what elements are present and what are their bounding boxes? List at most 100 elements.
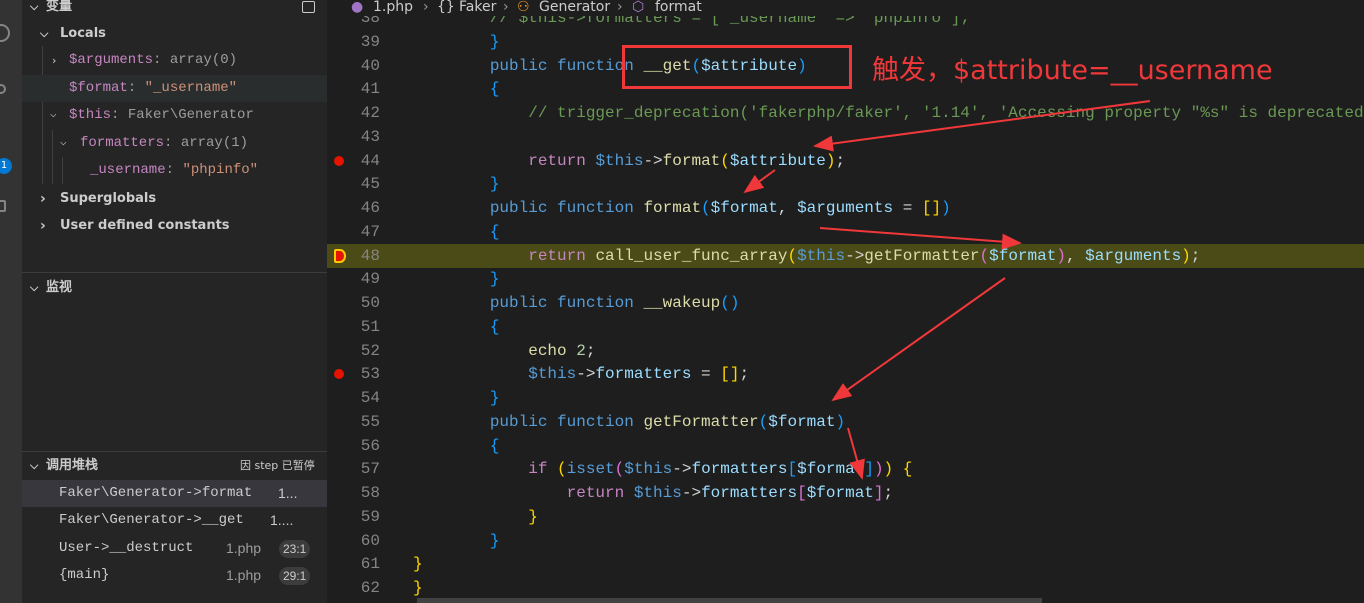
current-breakpoint-icon[interactable]	[334, 248, 346, 263]
callstack-frame[interactable]: {main} 1.php 29:1	[22, 562, 327, 589]
line-number[interactable]: 51	[327, 315, 380, 339]
breadcrumb-file[interactable]: 1.php	[373, 0, 413, 14]
line-number[interactable]: 45	[327, 172, 380, 196]
breadcrumb-namespace[interactable]: Faker	[459, 0, 496, 14]
code-editor[interactable]: ● 1.php › {} Faker › ⚇ Generator › ⬡ for…	[327, 0, 1364, 603]
code-line[interactable]: 55 public function getFormatter($format)	[327, 410, 1364, 434]
line-number[interactable]: 41	[327, 77, 380, 101]
chevron-down-icon: ⌵	[60, 137, 67, 149]
horizontal-scrollbar[interactable]	[417, 598, 1042, 603]
variable-username[interactable]: _username: "phpinfo"	[22, 157, 327, 184]
locals-scope[interactable]: ⌵ Locals	[22, 23, 327, 45]
breakpoint-icon[interactable]	[334, 155, 344, 166]
code-line[interactable]: 54 }	[327, 386, 1364, 410]
line-number[interactable]: 43	[327, 125, 380, 149]
variable-arguments[interactable]: › $arguments: array(0)	[22, 47, 327, 74]
code-text: }	[489, 175, 500, 194]
line-number[interactable]: 59	[327, 505, 380, 529]
code-text: public function format($format, $argumen…	[489, 199, 951, 218]
code-text: }	[489, 389, 500, 408]
line-number[interactable]: 50	[327, 291, 380, 315]
code-text: return $this->formatters[$format];	[566, 484, 894, 503]
code-line[interactable]: 45 }	[327, 172, 1364, 196]
namespace-icon: {}	[437, 0, 455, 15]
line-number[interactable]: 57	[327, 457, 380, 481]
code-line[interactable]: 47 {	[327, 220, 1364, 244]
code-line[interactable]: 61}	[327, 552, 1364, 576]
variables-section-header[interactable]: ⌵ 变量	[22, 0, 327, 18]
callstack-frame[interactable]: Faker\Generator->__get 1....	[22, 507, 327, 534]
code-line[interactable]: 56 {	[327, 434, 1364, 458]
annotation-text: 触发，$attribute=__username	[872, 55, 1273, 86]
watch-section-header[interactable]: ⌵ 监视	[22, 277, 327, 299]
watch-title: 监视	[46, 280, 73, 295]
line-number[interactable]: 42	[327, 101, 380, 125]
line-number[interactable]: 46	[327, 196, 380, 220]
debug-badge: 1	[0, 158, 12, 174]
callstack-section-header[interactable]: ⌵ 调用堆栈 因 step 已暂停	[22, 455, 327, 477]
chevron-down-icon: ⌵	[30, 459, 39, 472]
code-text: }	[489, 531, 500, 550]
code-text: public function __wakeup()	[489, 294, 740, 313]
callstack-frame[interactable]: User->__destruct 1.php 23:1	[22, 535, 327, 562]
extensions-icon[interactable]	[0, 84, 6, 94]
code-line[interactable]: 48 return call_user_func_array($this->ge…	[327, 243, 1364, 268]
breadcrumb-class[interactable]: Generator	[539, 0, 610, 14]
breadcrumb: ● 1.php › {} Faker › ⚇ Generator › ⬡ for…	[327, 0, 1364, 16]
line-number[interactable]: 55	[327, 410, 380, 434]
line-number[interactable]: 61	[327, 552, 380, 576]
remote-icon[interactable]	[0, 200, 6, 212]
debug-sidebar: ⌵ 变量 ⌵ Locals › $arguments: array(0) $fo…	[22, 0, 327, 603]
line-number[interactable]: 54	[327, 386, 380, 410]
code-line[interactable]: 43	[327, 125, 1364, 149]
variable-this[interactable]: ⌵ $this: Faker\Generator	[22, 102, 327, 129]
callstack-frame[interactable]: Faker\Generator->format 1...	[22, 480, 327, 507]
code-line[interactable]: 51 {	[327, 315, 1364, 339]
php-elephant-icon: ●	[351, 0, 364, 15]
code-line[interactable]: 49 }	[327, 267, 1364, 291]
user-constants-scope[interactable]: › User defined constants	[22, 215, 327, 237]
chevron-down-icon: ⌵	[30, 281, 39, 294]
line-number[interactable]: 47	[327, 220, 380, 244]
activity-bar: 1	[0, 0, 22, 603]
code-text: {	[489, 436, 500, 455]
line-number[interactable]: 39	[327, 30, 380, 54]
code-line[interactable]: 60 }	[327, 529, 1364, 553]
code-line[interactable]: 44 return $this->format($attribute);	[327, 149, 1364, 173]
code-line[interactable]: 58 return $this->formatters[$format];	[327, 481, 1364, 505]
line-number[interactable]: 49	[327, 267, 380, 291]
code-line[interactable]: 57 if (isset($this->formatters[$format])…	[327, 457, 1364, 481]
code-text: // trigger_deprecation('fakerphp/faker',…	[528, 104, 1364, 123]
code-line[interactable]: 52 echo 2;	[327, 339, 1364, 363]
code-text: {	[489, 317, 500, 336]
line-number[interactable]: 58	[327, 481, 380, 505]
run-debug-icon[interactable]	[0, 24, 10, 42]
line-number[interactable]: 52	[327, 339, 380, 363]
code-line[interactable]: 62}	[327, 576, 1364, 600]
variable-format[interactable]: $format: "_username"	[22, 75, 327, 102]
code-text: }	[413, 555, 423, 574]
class-icon: ⚇	[517, 0, 530, 15]
line-number[interactable]: 60	[327, 529, 380, 553]
code-line[interactable]: 59 }	[327, 505, 1364, 529]
collapse-all-icon[interactable]	[302, 1, 315, 13]
code-line[interactable]: 50 public function __wakeup()	[327, 291, 1364, 315]
line-number[interactable]: 40	[327, 54, 380, 78]
paused-status: 因 step 已暂停	[240, 459, 315, 472]
code-line[interactable]: 53 $this->formatters = [];	[327, 362, 1364, 386]
variables-title: 变量	[46, 0, 73, 14]
variable-formatters[interactable]: ⌵ formatters: array(1)	[22, 130, 327, 157]
user-constants-label: User defined constants	[60, 218, 230, 233]
line-number[interactable]: 62	[327, 576, 380, 600]
line-number[interactable]: 56	[327, 434, 380, 458]
code-text: if (isset($this->formatters[$format])) {	[528, 460, 913, 479]
code-line[interactable]: 42 // trigger_deprecation('fakerphp/fake…	[327, 101, 1364, 125]
chevron-right-icon: ›	[40, 191, 46, 207]
code-text: echo 2;	[528, 341, 596, 360]
chevron-down-icon: ⌵	[40, 27, 49, 40]
superglobals-scope[interactable]: › Superglobals	[22, 188, 327, 210]
breadcrumb-method[interactable]: format	[655, 0, 702, 14]
superglobals-label: Superglobals	[60, 191, 157, 206]
code-line[interactable]: 46 public function format($format, $argu…	[327, 196, 1364, 220]
code-text: return $this->format($attribute);	[528, 151, 846, 170]
